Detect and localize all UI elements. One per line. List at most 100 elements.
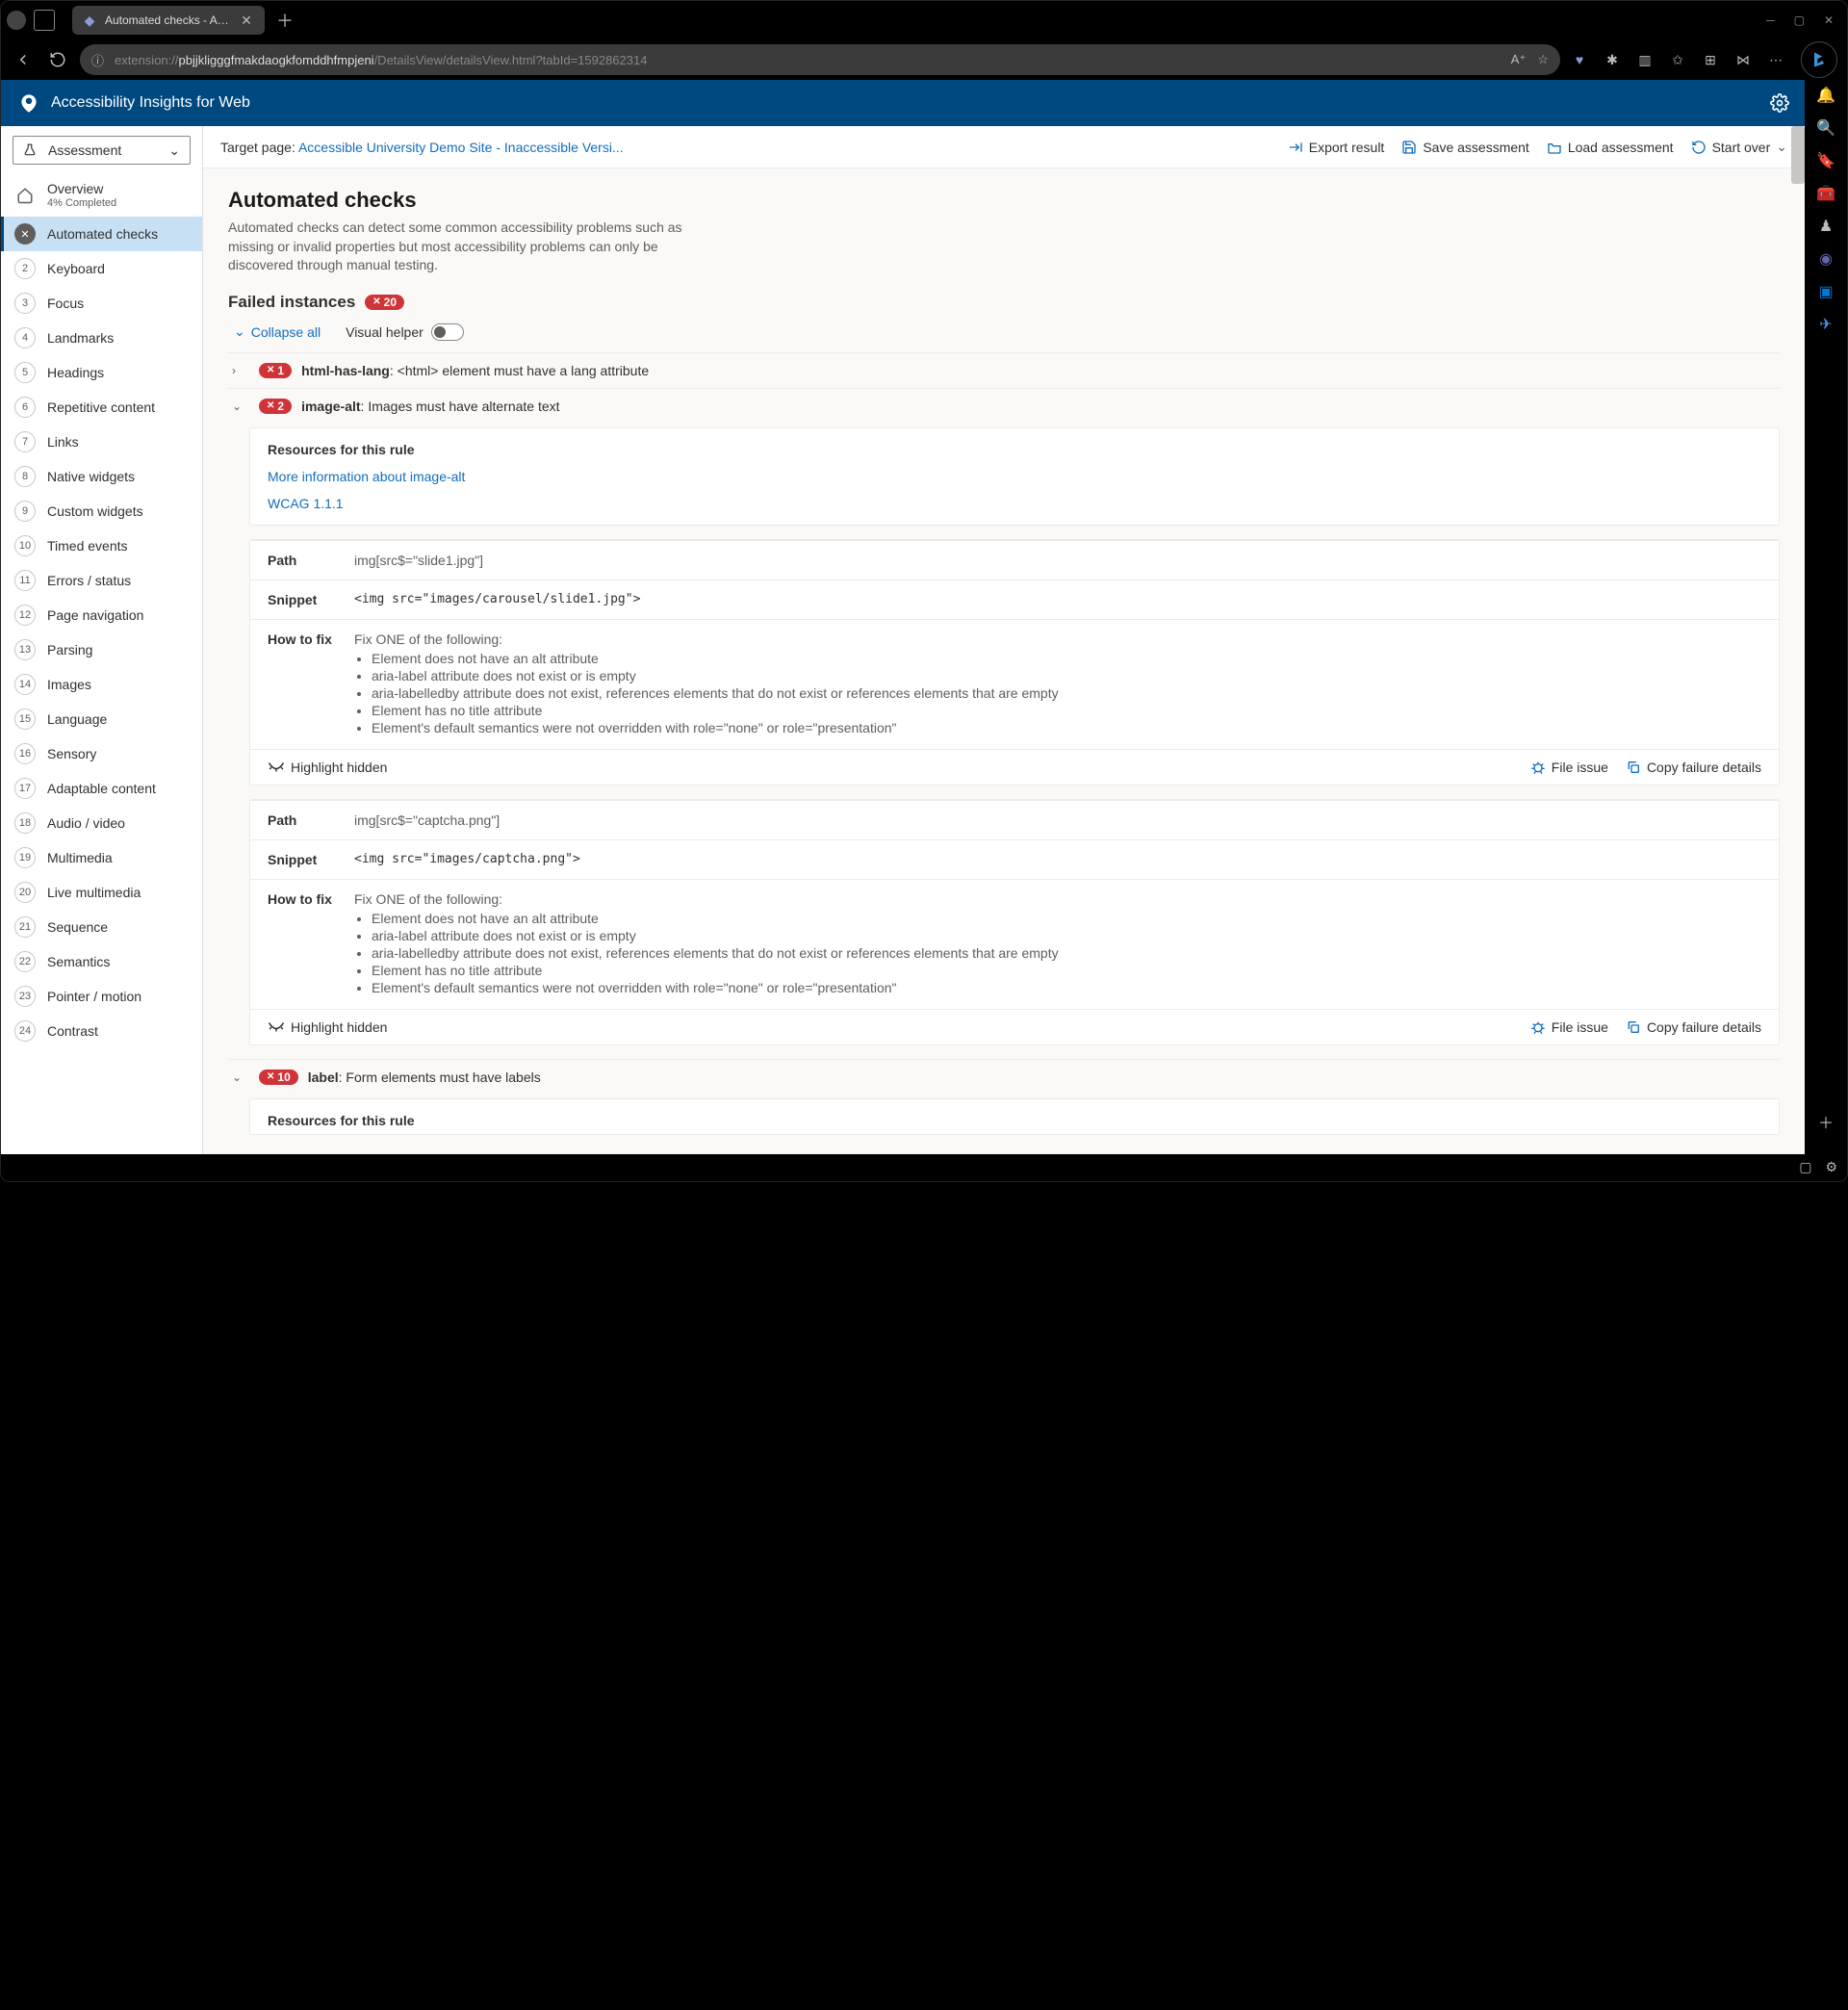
performance-icon[interactable]: ⋈ <box>1733 52 1753 68</box>
eye-closed-icon <box>268 761 285 773</box>
load-assessment-button[interactable]: Load assessment <box>1547 140 1674 155</box>
profile-avatar[interactable] <box>7 11 26 30</box>
nav-item-parsing[interactable]: 13Parsing <box>1 632 202 667</box>
favorite-icon[interactable]: ☆ <box>1537 52 1549 67</box>
nav-item-pointer-motion[interactable]: 23Pointer / motion <box>1 979 202 1014</box>
export-result-button[interactable]: Export result <box>1288 140 1385 155</box>
file-issue-button[interactable]: File issue <box>1530 1019 1608 1035</box>
step-number: 23 <box>14 986 36 1007</box>
settings-icon[interactable]: ⚙ <box>1825 1159 1837 1175</box>
nav-item-label: Keyboard <box>47 261 105 276</box>
nav-item-links[interactable]: 7Links <box>1 425 202 459</box>
copy-failure-button[interactable]: Copy failure details <box>1626 1019 1761 1035</box>
send-icon[interactable]: ✈ <box>1816 315 1835 334</box>
nav-item-sensory[interactable]: 16Sensory <box>1 736 202 771</box>
nav-item-live-multimedia[interactable]: 20Live multimedia <box>1 875 202 910</box>
search-icon[interactable]: 🔍 <box>1816 118 1835 138</box>
browser-tab[interactable]: ◆ Automated checks - Accessibility ✕ <box>72 6 265 35</box>
assessment-dropdown[interactable]: Assessment ⌄ <box>13 136 191 165</box>
new-tab-button[interactable]: ＋ <box>276 8 294 33</box>
eye-closed-icon <box>268 1021 285 1033</box>
visual-helper-label: Visual helper <box>346 324 424 340</box>
nav-item-automated-checks[interactable]: ✕Automated checks <box>1 217 202 251</box>
minimize-button[interactable]: ─ <box>1766 13 1775 27</box>
add-sidebar-icon[interactable]: ＋ <box>1816 1112 1835 1131</box>
office-icon[interactable]: ◉ <box>1816 249 1835 269</box>
nav-item-native-widgets[interactable]: 8Native widgets <box>1 459 202 494</box>
visual-helper-toggle[interactable] <box>431 323 464 341</box>
nav-item-semantics[interactable]: 22Semantics <box>1 944 202 979</box>
collections-icon[interactable]: ⊞ <box>1701 52 1720 68</box>
save-icon <box>1401 140 1417 155</box>
collapse-all-button[interactable]: ⌄ Collapse all <box>234 323 321 340</box>
step-number: 10 <box>14 535 36 556</box>
split-screen-icon[interactable]: ▥ <box>1635 52 1655 68</box>
step-number: 9 <box>14 501 36 522</box>
back-button[interactable] <box>11 47 36 72</box>
nav-item-language[interactable]: 15Language <box>1 702 202 736</box>
rule-count-badge: 1 <box>259 363 292 378</box>
nav-item-sequence[interactable]: 21Sequence <box>1 910 202 944</box>
address-bar[interactable]: ⓘ extension://pbjjkligggfmakdaogkfomddhf… <box>80 44 1560 75</box>
nav-item-images[interactable]: 14Images <box>1 667 202 702</box>
start-over-button[interactable]: Start over ⌄ <box>1691 139 1787 155</box>
app-header: Accessibility Insights for Web <box>1 80 1805 126</box>
copilot-button[interactable] <box>1801 41 1837 78</box>
outlook-icon[interactable]: ▣ <box>1816 282 1835 301</box>
rule-html-has-lang[interactable]: › 1 html-has-lang: <html> element must h… <box>228 352 1780 388</box>
tag-icon[interactable]: 🔖 <box>1816 151 1835 170</box>
nav-item-errors-status[interactable]: 11Errors / status <box>1 563 202 598</box>
settings-gear-icon[interactable] <box>1770 93 1789 113</box>
highlight-hidden-button[interactable]: Highlight hidden <box>268 760 387 775</box>
fix-list: Element does not have an alt attributear… <box>372 911 1059 995</box>
nav-overview[interactable]: Overview 4% Completed <box>1 174 202 217</box>
nav-item-audio-video[interactable]: 18Audio / video <box>1 806 202 840</box>
nav-item-adaptable-content[interactable]: 17Adaptable content <box>1 771 202 806</box>
nav-item-focus[interactable]: 3Focus <box>1 286 202 321</box>
snippet-label: Snippet <box>268 592 354 607</box>
notifications-icon[interactable]: 🔔 <box>1816 86 1835 105</box>
nav-item-timed-events[interactable]: 10Timed events <box>1 528 202 563</box>
howto-label: How to fix <box>268 891 354 907</box>
tab-actions-icon[interactable] <box>34 10 55 31</box>
rule-image-alt[interactable]: ⌄ 2 image-alt: Images must have alternat… <box>228 388 1780 424</box>
edge-sidebar: 🔔 🔍 🔖 🧰 ♟ ◉ ▣ ✈ ＋ <box>1805 80 1847 1154</box>
home-icon <box>14 185 36 206</box>
scrollbar-thumb[interactable] <box>1791 126 1805 184</box>
nav-item-multimedia[interactable]: 19Multimedia <box>1 840 202 875</box>
chevron-down-icon: ⌄ <box>1776 139 1787 155</box>
target-page-link[interactable]: Accessible University Demo Site - Inacce… <box>298 140 624 155</box>
games-icon[interactable]: ♟ <box>1816 217 1835 236</box>
heart-ext-icon[interactable]: ♥ <box>1570 52 1589 67</box>
nav-item-headings[interactable]: 5Headings <box>1 355 202 390</box>
file-issue-button[interactable]: File issue <box>1530 760 1608 775</box>
nav-item-repetitive-content[interactable]: 6Repetitive content <box>1 390 202 425</box>
nav-item-custom-widgets[interactable]: 9Custom widgets <box>1 494 202 528</box>
more-info-link[interactable]: More information about image-alt <box>268 469 1761 484</box>
nav-item-page-navigation[interactable]: 12Page navigation <box>1 598 202 632</box>
favorites-icon[interactable]: ✩ <box>1668 52 1687 68</box>
sidebar-toggle-icon[interactable]: ▢ <box>1799 1159 1811 1175</box>
copy-failure-button[interactable]: Copy failure details <box>1626 760 1761 775</box>
save-assessment-button[interactable]: Save assessment <box>1401 140 1529 155</box>
site-info-icon[interactable]: ⓘ <box>91 51 107 69</box>
maximize-button[interactable]: ▢ <box>1794 13 1805 27</box>
rule-label[interactable]: ⌄ 10 label: Form elements must have labe… <box>228 1059 1780 1095</box>
shopping-icon[interactable]: 🧰 <box>1816 184 1835 203</box>
left-nav: Assessment ⌄ Overview 4% Completed <box>1 126 203 1154</box>
wcag-link[interactable]: WCAG 1.1.1 <box>268 496 1761 511</box>
close-window-button[interactable]: ✕ <box>1824 13 1834 27</box>
chevron-down-icon: ⌄ <box>232 1070 249 1084</box>
refresh-button[interactable] <box>45 47 70 72</box>
nav-item-contrast[interactable]: 24Contrast <box>1 1014 202 1048</box>
url-host: pbjjkligggfmakdaogkfomddhfmpjeni <box>179 53 374 67</box>
close-tab-icon[interactable]: ✕ <box>238 13 255 29</box>
nav-item-landmarks[interactable]: 4Landmarks <box>1 321 202 355</box>
page-description: Automated checks can detect some common … <box>228 219 690 275</box>
fix-item: aria-labelledby attribute does not exist… <box>372 685 1059 701</box>
extensions-icon[interactable]: ✱ <box>1603 52 1622 68</box>
nav-item-keyboard[interactable]: 2Keyboard <box>1 251 202 286</box>
read-aloud-icon[interactable]: A⁺ <box>1511 52 1527 67</box>
highlight-hidden-button[interactable]: Highlight hidden <box>268 1019 387 1035</box>
more-icon[interactable]: ⋯ <box>1766 52 1785 68</box>
